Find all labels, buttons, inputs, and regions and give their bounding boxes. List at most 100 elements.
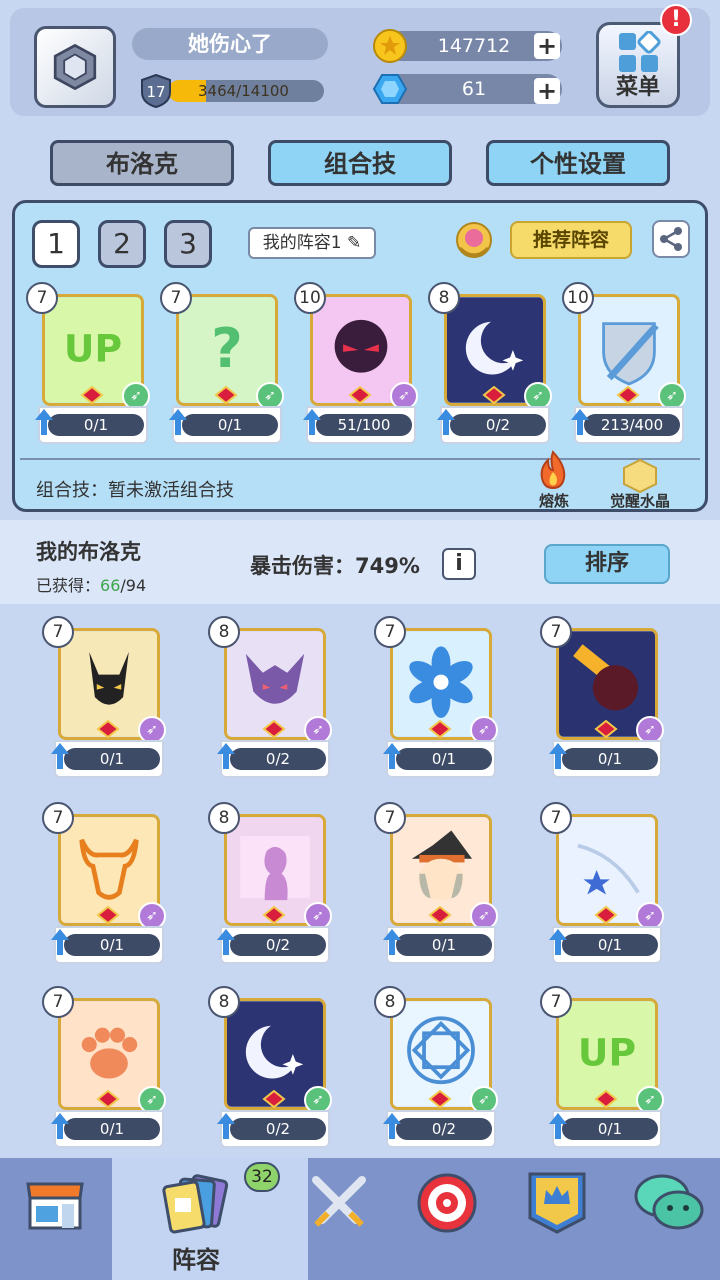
card-progress: 0/2 (230, 748, 326, 770)
ruby-icon (262, 1090, 286, 1108)
tab-personal-settings[interactable]: 个性设置 (486, 140, 670, 186)
add-gold-button[interactable]: + (534, 33, 560, 59)
nav-guild[interactable] (520, 1166, 594, 1240)
ruby-icon (428, 720, 452, 738)
ruby-icon (96, 1090, 120, 1108)
lineup-name-field[interactable]: 我的阵容1 ✎ (248, 227, 376, 259)
lineup-slot-1[interactable]: 1 (32, 220, 80, 268)
lineup-card[interactable]: ? ➶ 0/1 7 (160, 282, 284, 444)
collection-card[interactable]: ➶ 0/2 8 (208, 616, 332, 778)
nav-battle[interactable] (302, 1166, 376, 1240)
upgrade-arrow-icon (169, 409, 187, 435)
ruby-icon (428, 1090, 452, 1108)
upgrade-arrow-icon (549, 929, 567, 955)
crossed-swords-icon (312, 1176, 366, 1227)
lineup-slot-3[interactable]: 3 (164, 220, 212, 268)
collection-card[interactable]: ➶ 0/1 7 (540, 616, 664, 778)
upgrade-arrow-icon (383, 1113, 401, 1139)
target-icon (417, 1173, 477, 1233)
crit-damage: 暴击伤害：749% (250, 554, 420, 578)
shop-icon (26, 1182, 84, 1230)
nav-lineup-label: 阵容 (172, 1246, 220, 1274)
card-level: 10 (562, 282, 594, 314)
upgrade-arrow-icon (35, 409, 53, 435)
recommended-lineup-button[interactable]: 推荐阵容 (510, 221, 632, 259)
cube-icon (53, 43, 97, 91)
nav-target[interactable] (410, 1166, 484, 1240)
ruby-icon (428, 906, 452, 924)
lineup-slot-2[interactable]: 2 (98, 220, 146, 268)
upgrade-arrow-icon (51, 1113, 69, 1139)
collection-card[interactable]: ➶ 0/1 7 (42, 986, 166, 1148)
gold-amount: 147712 (437, 35, 511, 57)
share-button[interactable] (652, 220, 690, 258)
awaken-crystal-icon[interactable] (620, 458, 660, 494)
card-level: 8 (208, 616, 240, 648)
gold-coin-icon (373, 29, 407, 63)
guild-banner-icon (528, 1172, 586, 1234)
tab-brock[interactable]: 布洛克 (50, 140, 234, 186)
lineup-card[interactable]: UP ➶ 0/1 7 (26, 282, 150, 444)
upgrade-arrow-icon (437, 409, 455, 435)
nav-chat[interactable] (632, 1166, 706, 1240)
card-progress: 0/1 (64, 748, 160, 770)
collection-card[interactable]: ➶ 0/2 8 (208, 986, 332, 1148)
card-level: 7 (26, 282, 58, 314)
nav-lineup-badge: 32 (244, 1162, 280, 1192)
nav-lineup[interactable] (158, 1168, 232, 1242)
gem-amount: 61 (461, 78, 487, 100)
add-gem-button[interactable]: + (534, 78, 560, 104)
collection-title: 我的布洛克 (36, 540, 141, 564)
player-name: 她伤心了 (132, 28, 328, 60)
upgrade-arrow-icon (51, 929, 69, 955)
upgrade-arrow-icon (549, 1113, 567, 1139)
owned-value: 66 (100, 576, 121, 595)
avatar[interactable] (34, 26, 116, 108)
ruby-icon (348, 386, 372, 404)
card-level: 8 (208, 802, 240, 834)
smelt-label: 熔炼 (538, 492, 569, 510)
chat-icon (634, 1174, 704, 1230)
card-progress: 0/1 (562, 934, 658, 956)
card-level: 7 (374, 802, 406, 834)
card-progress: 0/2 (450, 414, 546, 436)
owned-total: /94 (120, 576, 147, 595)
card-level: 7 (540, 802, 572, 834)
collection-card[interactable]: ➶ 0/1 7 (374, 616, 498, 778)
menu-button[interactable]: 菜单 (596, 22, 680, 108)
sort-button[interactable]: 排序 (544, 544, 670, 584)
lineup-card[interactable]: ➶ 51/100 10 (294, 282, 418, 444)
xp-bar: 3464/14100 (168, 80, 324, 102)
card-progress: 0/1 (562, 1118, 658, 1140)
ruby-icon (214, 386, 238, 404)
card-level: 7 (540, 616, 572, 648)
collection-card[interactable]: UP ➶ 0/1 7 (540, 986, 664, 1148)
nav-shop[interactable] (18, 1166, 92, 1240)
svg-text:UP: UP (578, 1030, 636, 1074)
upgrade-arrow-icon (51, 743, 69, 769)
lineup-card[interactable]: ➶ 0/2 8 (428, 282, 552, 444)
card-level: 7 (160, 282, 192, 314)
edit-pencil-icon: ✎ (346, 233, 362, 253)
collection-card[interactable]: ➶ 0/1 7 (540, 802, 664, 964)
collection-card[interactable]: ➶ 0/1 7 (42, 616, 166, 778)
collection-card[interactable]: ➶ 0/2 8 (208, 802, 332, 964)
card-progress: 0/1 (64, 1118, 160, 1140)
upgrade-arrow-icon (571, 409, 589, 435)
medal-icon[interactable] (452, 218, 496, 262)
card-level: 8 (208, 986, 240, 1018)
card-progress: 0/1 (182, 414, 278, 436)
ruby-icon (482, 386, 506, 404)
alert-badge: ! (660, 4, 692, 36)
collection-card[interactable]: ➶ 0/1 7 (374, 802, 498, 964)
upgrade-arrow-icon (217, 929, 235, 955)
collection-card[interactable]: ➶ 0/2 8 (374, 986, 498, 1148)
flame-icon[interactable] (534, 450, 572, 490)
tab-combo[interactable]: 组合技 (268, 140, 452, 186)
card-level: 10 (294, 282, 326, 314)
lineup-card[interactable]: ➶ 213/400 10 (562, 282, 686, 444)
info-button[interactable]: i (442, 548, 476, 580)
collection-card[interactable]: ➶ 0/1 7 (42, 802, 166, 964)
card-level: 8 (374, 986, 406, 1018)
upgrade-arrow-icon (549, 743, 567, 769)
